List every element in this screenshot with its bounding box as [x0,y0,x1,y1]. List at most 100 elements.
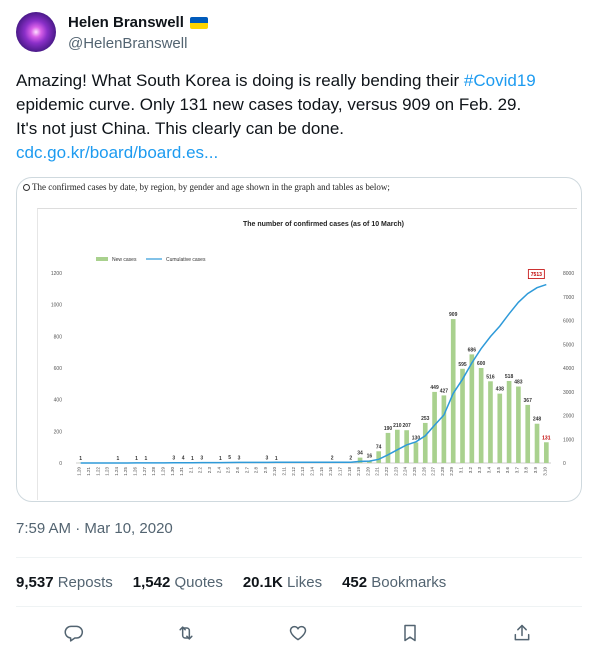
avatar[interactable] [16,12,56,52]
y-tick-left: 0 [59,461,62,467]
bookmark-button[interactable] [395,618,425,648]
x-tick-label: 2.7 [244,467,249,474]
x-tick-label: 2.10 [272,467,277,476]
x-tick-label: 1.23 [105,467,110,476]
bookmarks-stat[interactable]: 452 Bookmarks [342,573,446,593]
bar [385,432,391,463]
bar [534,423,540,463]
x-tick-label: 1.28 [151,467,156,476]
bar-value-label: 131 [542,435,551,441]
legend-cumulative-label: Cumulative cases [166,257,206,263]
y-tick-left: 600 [54,366,63,372]
x-tick-label: 2.29 [449,467,454,476]
quotes-stat[interactable]: 1,542 Quotes [133,573,223,593]
x-tick-label: 1.25 [123,467,128,476]
bar-value-label: 190 [384,426,393,432]
bar [506,380,512,463]
x-tick-label: 3.9 [533,467,538,474]
bar [413,442,419,463]
reply-button[interactable] [59,618,89,648]
y-tick-right: 2000 [563,414,574,420]
bookmark-icon [404,624,416,642]
repost-button[interactable] [171,618,201,648]
bar-value-label: 210 [393,423,402,429]
bar-value-label: 600 [477,361,486,367]
y-tick-left: 1000 [51,303,62,309]
y-tick-right: 3000 [563,390,574,396]
media-caption-text: The confirmed cases by date, by region, … [32,182,390,192]
likes-stat[interactable]: 20.1K Likes [243,573,322,593]
hashtag-link[interactable]: #Covid19 [464,71,536,90]
author-name[interactable]: Helen Branswell [68,13,184,33]
bar [516,386,521,463]
like-button[interactable] [283,618,313,648]
likes-label: Likes [287,574,323,591]
bar-value-label: 74 [376,444,382,450]
bar-value-label: 595 [458,362,467,368]
bar [394,429,400,463]
quotes-label: Quotes [174,574,223,591]
x-tick-label: 2.3 [207,467,212,474]
bar-value-label: 427 [440,388,449,394]
heart-icon [289,625,307,641]
bar [544,442,549,463]
tweet-timestamp[interactable]: 7:59 AM · Mar 10, 2020 [16,519,173,539]
author-name-row[interactable]: Helen Branswell [68,13,208,33]
reply-icon [64,625,84,642]
x-tick-label: 3.7 [514,467,519,474]
x-tick-label: 3.10 [542,467,547,476]
x-tick-label: 3.6 [505,467,510,474]
bar-value-label: 909 [449,312,458,318]
x-tick-label: 2.5 [226,467,231,474]
x-tick-label: 3.1 [459,467,464,474]
x-tick-label: 2.14 [310,467,315,476]
x-tick-label: 2.28 [440,467,445,476]
bar-value-label: 449 [430,385,439,391]
url-link[interactable]: cdc.go.kr/board/board.es... [16,141,582,165]
x-tick-label: 2.24 [403,467,408,476]
x-tick-label: 2.16 [328,467,333,476]
x-tick-label: 2.26 [421,467,426,476]
bar-value-label: 3 [200,456,203,462]
y-tick-right: 6000 [563,319,574,325]
bar-value-label: 1 [135,456,138,462]
legend-new-cases-label: New cases [112,257,137,263]
bar-value-label: 34 [357,451,363,457]
bar [497,393,503,463]
media-image[interactable]: The confirmed cases by date, by region, … [16,177,582,502]
y-tick-right: 4000 [563,366,574,372]
author-handle[interactable]: @HelenBranswell [68,34,187,54]
bar [404,430,409,463]
chart-title: The number of confirmed cases (as of 10 … [243,221,404,228]
bar-value-label: 248 [533,417,542,423]
bar-value-label: 686 [468,347,477,353]
x-tick-label: 1.31 [179,467,184,476]
x-tick-label: 1.29 [160,467,165,476]
bar-value-label: 1 [79,456,82,462]
y-tick-left: 800 [54,334,63,340]
x-tick-label: 2.9 [263,467,268,474]
bar-value-label: 4 [182,455,185,461]
reposts-stat[interactable]: 9,537 Reposts [16,573,113,593]
x-tick-label: 1.21 [86,467,91,476]
x-tick-label: 2.17 [337,467,342,476]
share-button[interactable] [507,618,537,648]
reposts-count: 9,537 [16,574,54,591]
tweet-line-2: epidemic curve. Only 131 new cases today… [16,95,522,114]
share-icon [514,624,530,641]
y-tick-left: 200 [54,429,63,435]
bar-value-label: 2 [349,456,352,462]
tweet-text: Amazing! What South Korea is doing is re… [16,69,582,165]
x-tick-label: 2.11 [282,467,287,476]
tweet-line-1: Amazing! What South Korea is doing is re… [16,69,582,93]
engagement-stats: 9,537 Reposts 1,542 Quotes 20.1K Likes 4… [16,573,446,593]
x-tick-label: 1.22 [95,467,100,476]
x-tick-label: 1.27 [142,467,147,476]
x-tick-label: 2.27 [431,467,436,476]
x-tick-label: 2.25 [412,467,417,476]
y-tick-left: 1200 [51,271,62,277]
bar [422,422,428,463]
x-tick-label: 3.3 [477,467,482,474]
tweet-line-3: It's not just China. This clearly can be… [16,119,344,138]
bar [376,451,382,463]
